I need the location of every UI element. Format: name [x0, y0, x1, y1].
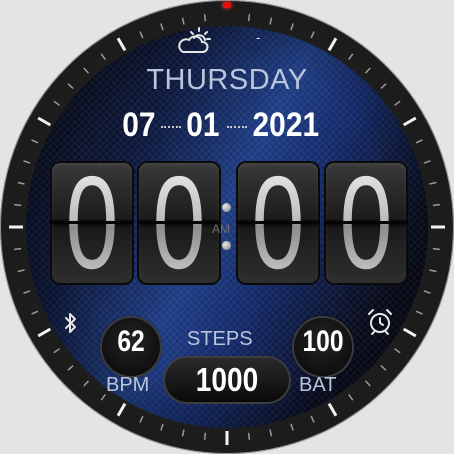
bezel-minor-tick	[181, 429, 185, 437]
bezel-minor-tick	[14, 247, 22, 251]
date-separator	[161, 126, 181, 128]
day-of-week: THURSDAY	[146, 64, 308, 96]
bezel-minor-tick	[17, 181, 25, 185]
steps-value: 1000	[195, 361, 259, 398]
battery-label: BAT	[299, 374, 337, 396]
hour-ones-digit: 0	[137, 161, 221, 285]
bezel-minor-tick	[269, 17, 273, 25]
flip-split	[236, 221, 320, 224]
heart-rate-value: 62	[117, 325, 145, 358]
hour-tens-digit: 0	[50, 161, 134, 285]
colon-dot-top	[222, 203, 231, 212]
partly-cloudy-icon	[175, 26, 213, 61]
bluetooth-icon	[63, 312, 79, 339]
alarm-clock-icon	[366, 308, 394, 341]
bezel-minor-tick	[432, 247, 440, 251]
bezel-minor-tick	[247, 432, 251, 440]
bezel-minor-tick	[17, 269, 25, 273]
temperature-value: -	[256, 30, 261, 45]
heart-rate-label: BPM	[106, 374, 150, 396]
bezel-minor-tick	[429, 269, 437, 273]
date-separator	[227, 126, 247, 128]
bezel-minor-tick	[269, 429, 273, 437]
am-pm-indicator: AM	[212, 222, 230, 236]
battery-value: 100	[302, 325, 344, 358]
steps-label: STEPS	[187, 328, 253, 350]
bezel-minor-tick	[181, 17, 185, 25]
flip-split	[137, 221, 221, 224]
bezel-minor-tick	[429, 181, 437, 185]
colon-dot-bottom	[222, 241, 231, 250]
bezel-minor-tick	[432, 203, 440, 207]
date-year: 2021	[252, 106, 320, 144]
bezel-minor-tick	[203, 14, 207, 22]
twelve-oclock-marker	[223, 2, 231, 8]
flip-split	[50, 221, 134, 224]
date-day: 01	[186, 106, 220, 144]
date-month: 07	[122, 106, 156, 144]
minute-ones-digit: 0	[324, 161, 408, 285]
flip-split	[324, 221, 408, 224]
bezel-minor-tick	[203, 432, 207, 440]
bezel-minor-tick	[14, 203, 22, 207]
date-display: 07 01 2021	[0, 106, 454, 146]
bezel-minor-tick	[247, 14, 251, 22]
minute-tens-digit: 0	[236, 161, 320, 285]
